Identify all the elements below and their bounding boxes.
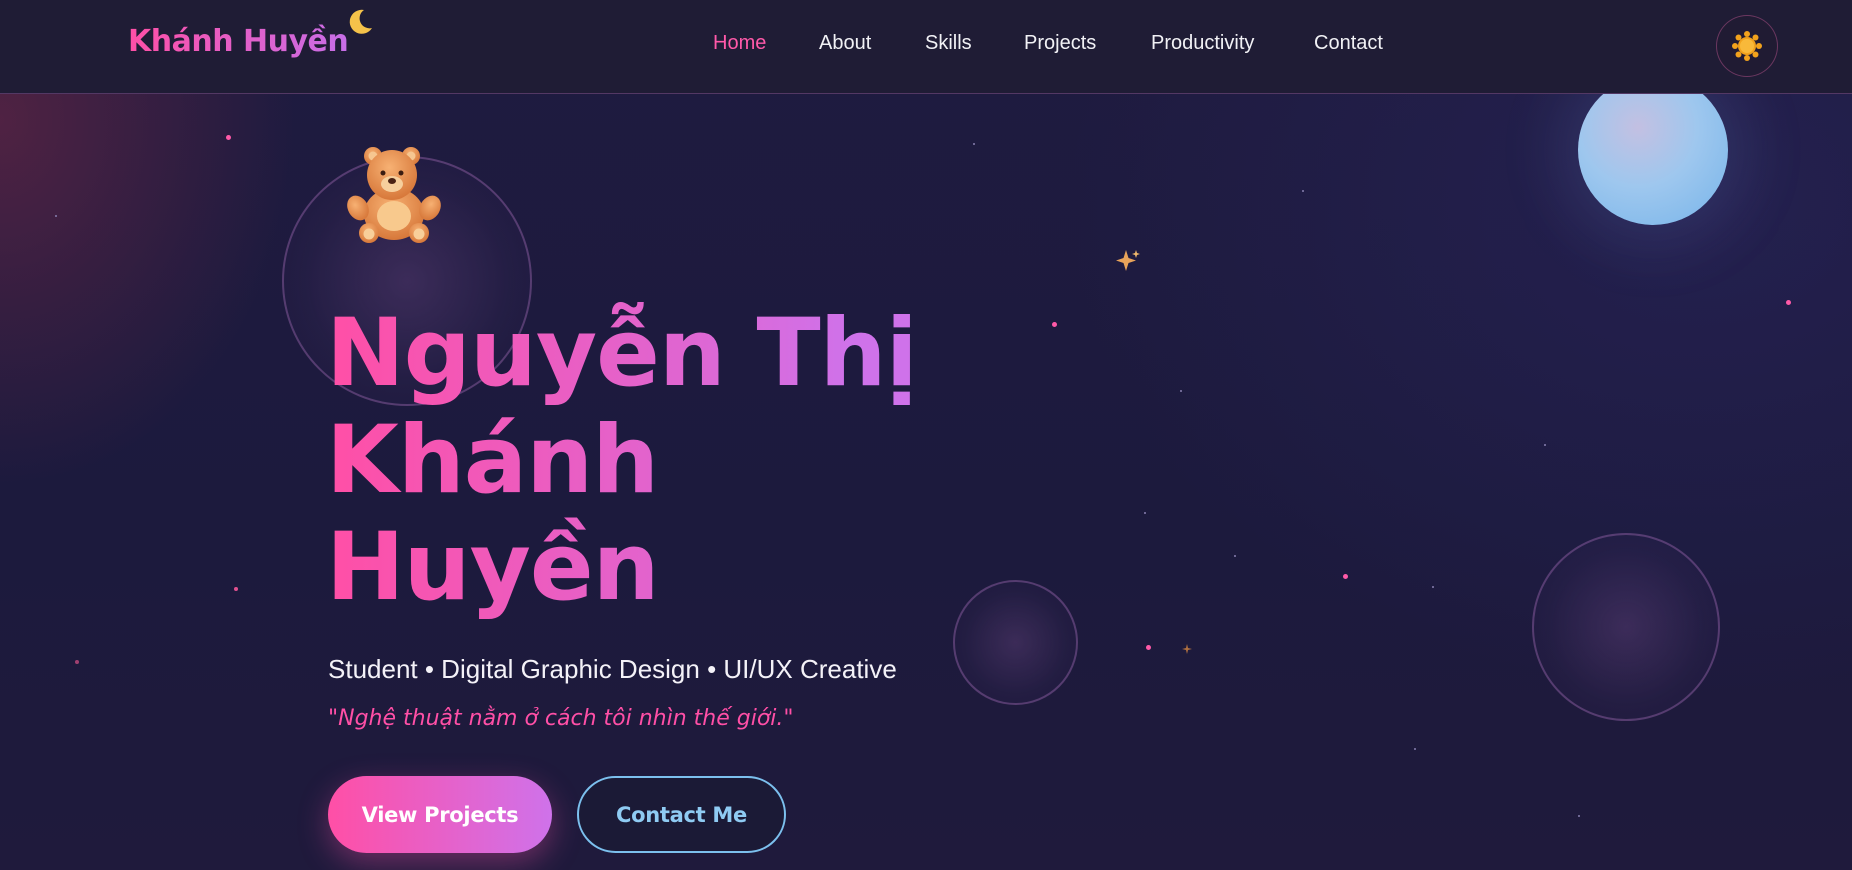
star-dot — [1578, 815, 1580, 817]
star-dot — [226, 135, 231, 140]
star-dot — [234, 587, 238, 591]
star-dot — [1146, 645, 1151, 650]
star-dot — [1302, 190, 1304, 192]
sparkle-icon — [1182, 644, 1192, 654]
sparkle-icon — [1116, 250, 1140, 271]
view-projects-button[interactable]: View Projects — [328, 776, 552, 853]
nav-links: Home About Skills Projects Productivity … — [0, 32, 1852, 62]
decor-bubble — [1532, 533, 1720, 721]
star-dot — [1544, 444, 1546, 446]
hero-subtitle: Student • Digital Graphic Design • UI/UX… — [328, 654, 897, 684]
teddy-bear-icon — [347, 147, 441, 243]
navbar: Khánh Huyền Home About Skills Projects P… — [0, 0, 1852, 94]
hero-name-line: Huyền — [326, 513, 659, 622]
hero-name-line: Nguyễn Thị — [326, 299, 917, 408]
nav-projects[interactable]: Projects — [1024, 32, 1096, 55]
hero-name-line: Khánh — [326, 406, 659, 515]
star-dot — [1786, 300, 1791, 305]
theme-toggle-button[interactable] — [1716, 15, 1778, 77]
star-dot — [1052, 322, 1057, 327]
star-dot — [1234, 555, 1236, 557]
nav-about[interactable]: About — [819, 32, 871, 55]
hero-name: Nguyễn Thị Khánh Huyền — [326, 300, 1026, 621]
star-dot — [55, 215, 57, 217]
contact-me-button[interactable]: Contact Me — [577, 776, 786, 853]
star-dot — [1414, 748, 1416, 750]
nav-skills[interactable]: Skills — [925, 32, 972, 55]
moon-orb-icon — [1578, 75, 1728, 225]
nav-home[interactable]: Home — [713, 32, 766, 55]
hero-quote: "Nghệ thuật nằm ở cách tôi nhìn thế giới… — [328, 706, 794, 731]
star-dot — [1343, 574, 1348, 579]
nav-productivity[interactable]: Productivity — [1151, 32, 1254, 55]
star-dot — [75, 660, 79, 664]
star-dot — [1180, 390, 1182, 392]
star-dot — [1432, 586, 1434, 588]
nav-contact[interactable]: Contact — [1314, 32, 1383, 55]
sun-icon — [1732, 31, 1762, 61]
star-dot — [1144, 512, 1146, 514]
star-dot — [973, 143, 975, 145]
